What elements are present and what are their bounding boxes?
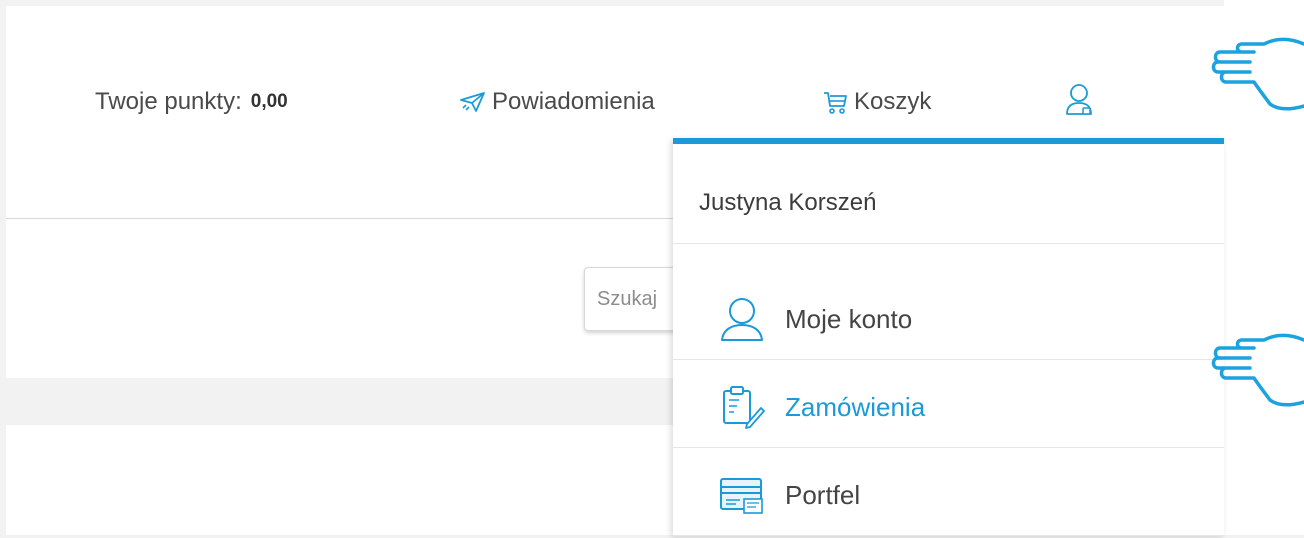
clipboard-edit-icon [716,381,768,433]
menu-item-wallet[interactable]: Portfel [673,452,1224,538]
cart-icon [822,88,848,116]
points-value: 0,00 [250,91,288,112]
notifications-link[interactable]: Powiadomienia [460,84,655,120]
paper-plane-icon [460,91,486,113]
menu-item-label: Zamówienia [785,391,926,422]
user-dropdown-menu: Justyna Korszeń Moje konto Zamówienia Po… [673,138,1224,538]
user-icon [1064,82,1094,118]
pointing-hand-icon [1192,36,1304,125]
menu-item-label: Moje konto [785,303,913,334]
dropdown-divider [673,535,1224,536]
user-menu-toggle[interactable] [1064,82,1094,118]
dropdown-divider [673,359,1224,360]
wallet-card-icon [716,469,768,521]
user-icon [716,293,768,345]
cart-label: Koszyk [854,88,932,115]
dropdown-divider [673,447,1224,448]
points-label: Twoje punkty: [95,88,242,115]
points-display: Twoje punkty: 0,00 [95,84,288,120]
pointing-hand-icon [1192,332,1304,421]
menu-item-my-account[interactable]: Moje konto [673,276,1224,362]
dropdown-divider [673,243,1224,244]
menu-item-label: Portfel [785,479,861,510]
notifications-label: Powiadomienia [492,88,655,115]
dropdown-user-name: Justyna Korszeń [699,189,877,216]
cart-link[interactable]: Koszyk [822,84,931,120]
menu-item-orders[interactable]: Zamówienia [673,364,1224,450]
